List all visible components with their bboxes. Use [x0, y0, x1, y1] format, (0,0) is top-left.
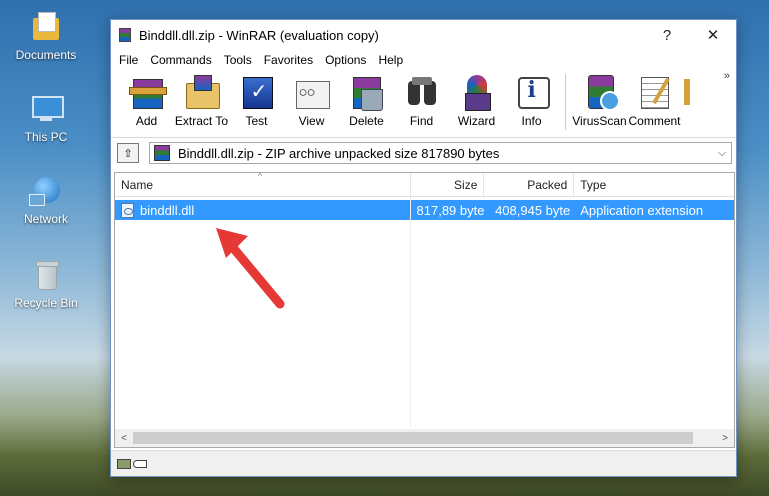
chevron-down-icon[interactable]: ⌵: [713, 147, 731, 160]
add-button[interactable]: Add: [119, 70, 174, 134]
wizard-hat-icon: [457, 73, 497, 111]
menu-commands[interactable]: Commands: [144, 53, 217, 67]
winrar-window: Binddll.dll.zip - WinRAR (evaluation cop…: [110, 19, 737, 477]
test-button[interactable]: Test: [229, 70, 284, 134]
desktop-icon-network[interactable]: Network: [6, 174, 86, 226]
partial-tool-icon: [684, 73, 694, 111]
column-header-packed[interactable]: Packed: [484, 173, 575, 196]
name-column-divider: [115, 197, 411, 427]
up-folder-button[interactable]: ⇧: [117, 143, 139, 163]
drive-icon: [117, 458, 131, 469]
desktop-icon-recycle-bin[interactable]: Recycle Bin: [6, 258, 86, 310]
menu-help[interactable]: Help: [372, 53, 409, 67]
virusscan-button-label: VirusScan: [572, 114, 627, 128]
info-icon: [512, 73, 552, 111]
delete-trash-icon: [347, 73, 387, 111]
column-header-size[interactable]: Size: [411, 173, 485, 196]
address-bar: ⇧ Binddll.dll.zip - ZIP archive unpacked…: [111, 140, 736, 166]
scroll-right-button[interactable]: >: [716, 429, 734, 447]
file-list-header: ^ Name Size Packed Type: [115, 173, 734, 197]
column-header-type[interactable]: Type: [574, 173, 734, 196]
info-button[interactable]: Info: [504, 70, 559, 134]
row-name-text: binddll.dll: [140, 202, 195, 218]
row-packed-cell: 408,945 byte: [495, 202, 571, 218]
extract-folder-icon: [182, 73, 222, 111]
archive-icon: [154, 145, 170, 161]
path-text: Binddll.dll.zip - ZIP archive unpacked s…: [178, 145, 500, 161]
test-button-label: Test: [245, 114, 268, 128]
delete-button-label: Delete: [349, 114, 384, 128]
title-bar[interactable]: Binddll.dll.zip - WinRAR (evaluation cop…: [111, 20, 736, 50]
toolbar-separator: [565, 74, 566, 130]
wizard-button[interactable]: Wizard: [449, 70, 504, 134]
comment-button[interactable]: Comment: [627, 70, 682, 134]
add-archive-icon: [127, 73, 167, 111]
menu-bar: File Commands Tools Favorites Options He…: [111, 50, 736, 70]
toolbar-overflow-button[interactable]: »: [724, 70, 730, 82]
extract-to-button[interactable]: Extract To: [174, 70, 229, 134]
column-header-name[interactable]: Name: [115, 173, 411, 196]
horizontal-scrollbar[interactable]: < >: [115, 429, 734, 447]
scroll-track[interactable]: [133, 432, 716, 444]
close-button[interactable]: ✕: [690, 20, 736, 50]
documents-folder-icon: [29, 10, 63, 44]
find-binoculars-icon: [402, 73, 442, 111]
desktop-icon-label: Documents: [15, 48, 77, 62]
scroll-left-button[interactable]: <: [115, 429, 133, 447]
partial-toolbar-button[interactable]: [682, 70, 696, 134]
view-button-label: View: [298, 114, 325, 128]
network-globe-icon: [29, 174, 63, 208]
delete-button[interactable]: Delete: [339, 70, 394, 134]
find-button[interactable]: Find: [394, 70, 449, 134]
virusscan-button[interactable]: VirusScan: [572, 70, 627, 134]
recycle-bin-icon: [29, 258, 63, 292]
window-title: Binddll.dll.zip - WinRAR (evaluation cop…: [139, 27, 379, 43]
virus-scan-icon: [580, 73, 620, 111]
add-button-label: Add: [135, 114, 158, 128]
view-glasses-icon: [292, 73, 332, 111]
row-size-cell: 817,89 byte: [416, 202, 485, 218]
desktop-icon-label: This PC: [24, 130, 68, 144]
key-icon: [133, 459, 147, 468]
row-type-cell: Application extension: [580, 202, 704, 218]
dll-file-icon: [121, 202, 134, 218]
desktop-icon-this-pc[interactable]: This PC: [6, 92, 86, 144]
wizard-button-label: Wizard: [457, 114, 496, 128]
menu-file[interactable]: File: [113, 53, 144, 67]
winrar-app-icon: [117, 27, 133, 43]
status-bar: [111, 450, 736, 476]
menu-favorites[interactable]: Favorites: [258, 53, 319, 67]
comment-button-label: Comment: [628, 114, 681, 128]
computer-icon: [29, 92, 64, 126]
view-button[interactable]: View: [284, 70, 339, 134]
sort-ascending-icon: ^: [258, 172, 263, 181]
extract-to-button-label: Extract To: [174, 114, 229, 128]
menu-options[interactable]: Options: [319, 53, 372, 67]
file-list: ^ Name Size Packed Type binddll.dll 817,…: [114, 172, 735, 448]
test-check-icon: [237, 73, 277, 111]
comment-notepad-icon: [635, 73, 675, 111]
desktop-icon-documents[interactable]: Documents: [6, 10, 86, 62]
row-name-cell: binddll.dll: [115, 202, 411, 218]
path-dropdown[interactable]: Binddll.dll.zip - ZIP archive unpacked s…: [149, 142, 732, 164]
desktop-icon-label: Recycle Bin: [14, 296, 78, 310]
scroll-thumb[interactable]: [133, 432, 693, 444]
help-button[interactable]: ?: [644, 20, 690, 50]
menu-tools[interactable]: Tools: [218, 53, 258, 67]
info-button-label: Info: [521, 114, 542, 128]
table-row[interactable]: binddll.dll 817,89 byte 408,945 byte App…: [115, 200, 734, 220]
toolbar: Add Extract To Test View Delete Find Wiz…: [111, 70, 736, 138]
find-button-label: Find: [409, 114, 434, 128]
desktop-icon-label: Network: [23, 212, 68, 226]
